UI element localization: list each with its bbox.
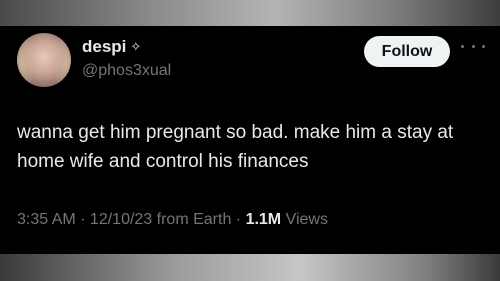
- tweet-date[interactable]: 12/10/23 from Earth: [90, 211, 231, 228]
- user-handle[interactable]: @phos3xual: [82, 62, 171, 80]
- tweet-time[interactable]: 3:35 AM: [17, 211, 76, 228]
- meta-separator: ·: [231, 211, 246, 228]
- meta-separator: ·: [75, 211, 90, 228]
- views-count[interactable]: 1.1M: [246, 211, 282, 228]
- blurred-background-bottom: [0, 254, 500, 281]
- display-name[interactable]: despi: [82, 37, 126, 57]
- avatar[interactable]: [17, 33, 71, 87]
- tweet-meta: 3:35 AM · 12/10/23 from Earth · 1.1M Vie…: [17, 211, 328, 229]
- more-dot: [461, 44, 464, 48]
- more-dot: [482, 44, 485, 48]
- tweet-card: despi ✧ @phos3xual Follow wanna get him …: [0, 26, 500, 254]
- avatar-image: [17, 33, 71, 87]
- user-name-row: despi ✧: [82, 37, 141, 57]
- blurred-background-top: [0, 0, 500, 26]
- tweet-text: wanna get him pregnant so bad. make him …: [17, 122, 454, 172]
- more-dot: [471, 44, 475, 48]
- more-horizontal-icon[interactable]: [461, 40, 485, 52]
- follow-button[interactable]: Follow: [364, 36, 450, 67]
- sparkle-icon: ✧: [130, 39, 142, 55]
- views-label[interactable]: Views: [281, 211, 328, 228]
